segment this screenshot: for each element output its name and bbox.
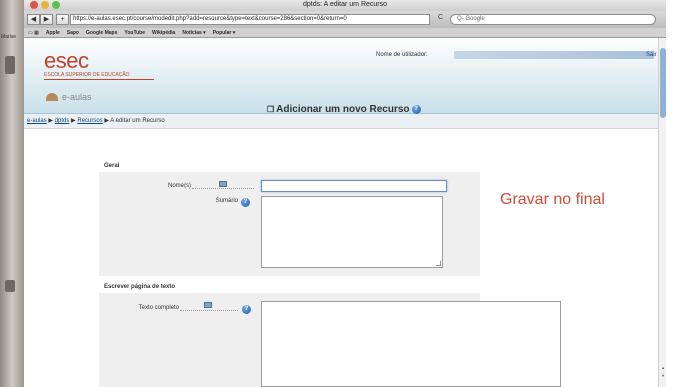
name-input[interactable]	[261, 180, 447, 192]
eaulas-label: e-aulas	[62, 92, 92, 102]
breadcrumb-separator: ▶	[48, 118, 53, 124]
help-icon[interactable]: ?	[242, 305, 251, 314]
full-text-label: Texto completo	[138, 305, 179, 311]
form-title-text: Adicionar um novo Recurso	[276, 104, 410, 115]
full-text-editor[interactable]	[261, 301, 561, 387]
section-heading-geral: Geral	[104, 163, 120, 169]
field-dotline	[192, 188, 254, 189]
document-icon: ❐	[267, 105, 275, 114]
breadcrumb-current: A editar um Recurso	[110, 118, 165, 124]
title-bar: dptds: A editar um Recurso	[24, 0, 666, 11]
translate-icon[interactable]	[219, 181, 227, 187]
add-bookmark-button[interactable]: +	[56, 14, 69, 25]
field-dotline	[180, 310, 238, 311]
bookmark-item[interactable]: Popular ▾	[213, 30, 236, 36]
desktop-label: Marise	[1, 34, 17, 40]
bookmark-item[interactable]: Notícias ▾	[182, 30, 205, 36]
address-bar[interactable]: https://e-aulas.esec.pt/course/modedit.p…	[70, 14, 430, 25]
desktop-strip: Marise	[0, 0, 24, 387]
name-label: Nome(s)	[167, 183, 191, 189]
breadcrumb-link[interactable]: e-aulas	[27, 118, 47, 124]
breadcrumb-separator: ▶	[104, 118, 109, 124]
dock-item[interactable]	[5, 280, 15, 292]
scroll-up-icon[interactable]: ▲	[660, 365, 666, 371]
section-heading-text-page: Escrever página de texto	[104, 284, 176, 290]
resize-handle[interactable]	[436, 261, 441, 266]
bookmark-item[interactable]: Google Maps	[86, 30, 117, 36]
site-logo[interactable]: esec	[44, 48, 89, 74]
translate-icon[interactable]	[204, 302, 212, 308]
site-header: esec ESCOLA SUPERIOR DE EDUCAÇÃO e-aulas…	[24, 38, 666, 114]
summary-label: Sumário	[215, 198, 238, 204]
rainbow-icon	[46, 93, 58, 101]
bookmarks-bar: ▭ ▦ Apple Sapo Google Maps YouTube Wikip…	[24, 28, 666, 38]
eaulas-brand[interactable]: e-aulas	[46, 92, 92, 102]
breadcrumb-link[interactable]: dptds	[55, 118, 70, 124]
form-title: ❐ Adicionar um novo Recurso ?	[267, 104, 421, 115]
logo-subtitle: ESCOLA SUPERIOR DE EDUCAÇÃO	[44, 72, 130, 78]
bookmark-item[interactable]: YouTube	[124, 30, 145, 36]
search-input[interactable]: Q- Google	[450, 14, 656, 25]
scrollbar-thumb[interactable]	[660, 48, 666, 118]
browser-toolbar: ◀ ▶ + https://e-aulas.esec.pt/course/mod…	[24, 11, 666, 28]
bookmarks-icon[interactable]: ▭ ▦	[28, 30, 39, 36]
bookmark-item[interactable]: Sapo	[67, 30, 79, 36]
window-title: dptds: A editar um Recurso	[302, 1, 388, 8]
breadcrumb: e-aulas ▶ dptds ▶ Recursos ▶ A editar um…	[24, 114, 666, 129]
bookmark-item[interactable]: Wikipédia	[152, 30, 175, 36]
help-icon[interactable]: ?	[241, 198, 250, 207]
bookmark-item[interactable]: Apple	[46, 30, 60, 36]
summary-textarea[interactable]	[261, 196, 443, 268]
help-icon[interactable]: ?	[411, 105, 421, 114]
breadcrumb-separator: ▶	[71, 118, 76, 124]
back-button[interactable]: ◀	[27, 14, 40, 25]
logo-divider	[44, 79, 154, 80]
user-label: Nome de utilizador:	[376, 52, 428, 58]
scroll-down-icon[interactable]: ▼	[660, 373, 666, 379]
page-scrollbar[interactable]: ▲ ▼	[658, 38, 666, 387]
dock-item[interactable]	[5, 56, 15, 74]
user-name-redacted[interactable]	[454, 51, 654, 59]
breadcrumb-link[interactable]: Recursos	[77, 118, 102, 124]
reload-icon[interactable]: C	[438, 14, 443, 21]
annotation-text: Gravar no final	[500, 191, 605, 208]
browser-window: dptds: A editar um Recurso ◀ ▶ + https:/…	[24, 0, 666, 387]
logout-link[interactable]: Sair	[646, 52, 657, 58]
forward-button[interactable]: ▶	[40, 14, 53, 25]
